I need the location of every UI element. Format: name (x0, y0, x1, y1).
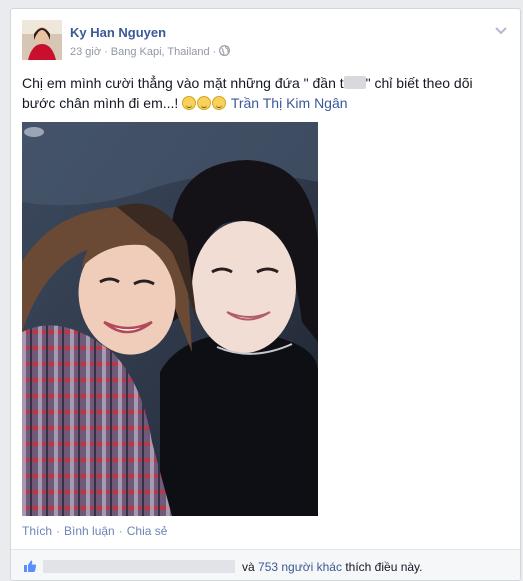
author-name[interactable]: Ky Han Nguyen (70, 25, 166, 40)
likes-suffix: thích điều này. (345, 560, 423, 574)
post-text-part2: " chỉ biết theo dõi (365, 75, 473, 91)
post-text-part3: bước chân mình đi em...! (22, 95, 179, 111)
action-separator: · (56, 524, 61, 538)
tagged-person-link[interactable]: Trần Thị Kim Ngân (231, 95, 348, 111)
chevron-down-icon[interactable] (493, 22, 509, 38)
redacted-names (43, 560, 235, 573)
laughing-emoji-icon (182, 96, 197, 110)
post-card: Ky Han Nguyen 23 giờ · Bang Kapi, Thailand… (10, 8, 521, 581)
meta-separator: · (212, 46, 217, 58)
redacted-text (343, 76, 366, 89)
action-separator: · (118, 524, 123, 538)
likes-summary: và 753 người khác thích điều này. (242, 560, 423, 574)
laughing-emoji-icon (197, 96, 212, 110)
post-meta: 23 giờ · Bang Kapi, Thailand · (70, 45, 231, 58)
author-avatar[interactable] (22, 20, 62, 60)
thumbs-up-icon (24, 560, 37, 572)
share-action[interactable]: Chia sẻ (127, 524, 168, 538)
likes-others-link[interactable]: 753 người khác (258, 560, 342, 574)
post-actions: Thích · Bình luận · Chia sẻ (22, 524, 167, 538)
like-action[interactable]: Thích (22, 524, 52, 538)
post-header: Ky Han Nguyen 23 giờ · Bang Kapi, Thailand… (22, 20, 509, 64)
post-text: Chị em mình cười thẳng vào mặt những đứa… (22, 73, 502, 113)
post-text-part1: Chị em mình cười thẳng vào mặt những đứa… (22, 75, 344, 91)
laughing-emoji-icon (212, 96, 227, 110)
post-location[interactable]: Bang Kapi, Thailand (111, 46, 210, 58)
likes-bar: và 753 người khác thích điều này. (11, 549, 520, 580)
meta-separator: · (104, 46, 108, 58)
likes-connector: và (242, 560, 255, 574)
post-photo[interactable] (22, 122, 318, 516)
globe-icon[interactable] (219, 45, 231, 56)
comment-action[interactable]: Bình luận (64, 524, 115, 538)
post-time[interactable]: 23 giờ (70, 46, 101, 58)
